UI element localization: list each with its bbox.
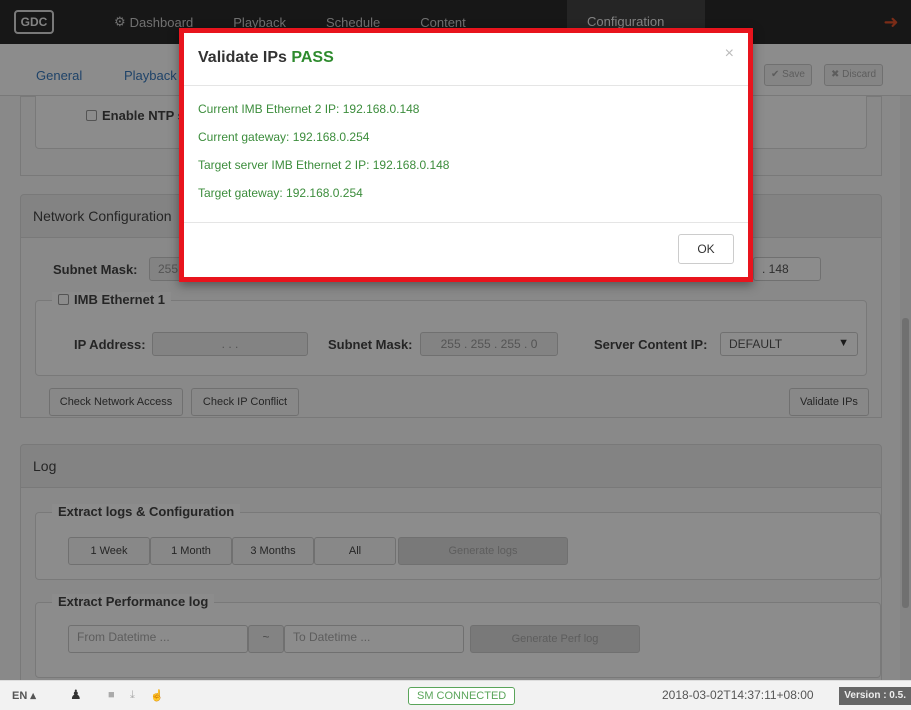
modal-body: Current IMB Ethernet 2 IP: 192.168.0.148…	[184, 86, 748, 223]
close-icon[interactable]: ×	[725, 45, 734, 63]
version-badge: Version : 0.5.	[839, 687, 911, 705]
modal-status: PASS	[291, 49, 334, 66]
modal-header: Validate IPs PASS ×	[184, 33, 748, 86]
camera-icon: ■	[108, 689, 115, 701]
sm-status-badge: SM CONNECTED	[408, 687, 516, 705]
target-gateway-line: Target gateway: 192.168.0.254	[198, 186, 363, 200]
hand-icon: ☝	[150, 690, 164, 702]
current-gateway-line: Current gateway: 192.168.0.254	[198, 130, 370, 144]
datetime-display: 2018-03-02T14:37:11+08:00	[662, 688, 814, 702]
download-icon: ⤓	[130, 689, 135, 701]
user-icon[interactable]: ♟	[70, 687, 82, 703]
target-ip-line: Target server IMB Ethernet 2 IP: 192.168…	[198, 158, 450, 172]
validate-ips-modal: Validate IPs PASS × Current IMB Ethernet…	[179, 28, 753, 282]
language-selector[interactable]: EN ▴	[12, 689, 36, 702]
current-ip-line: Current IMB Ethernet 2 IP: 192.168.0.148	[198, 102, 420, 116]
status-bar: EN ▴ ♟ ■ ⤓ ☝ SM CONNECTED 2018-03-02T14:…	[0, 680, 911, 710]
modal-title: Validate IPs	[198, 49, 287, 66]
ok-button[interactable]: OK	[678, 234, 734, 264]
